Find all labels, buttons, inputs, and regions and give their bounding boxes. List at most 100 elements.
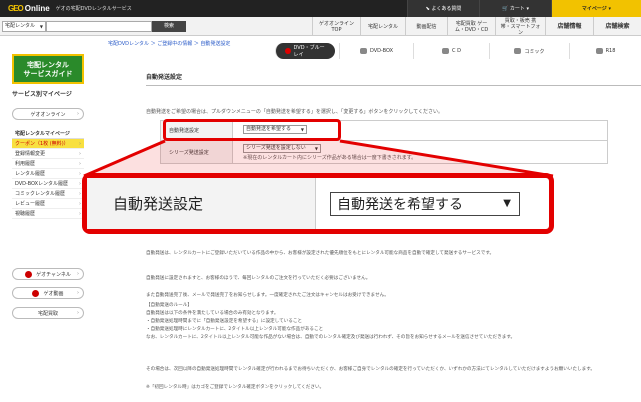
logo-mark: GEO xyxy=(8,4,24,13)
tab-store-search[interactable]: 店舗検索 xyxy=(593,17,641,36)
tab-label: C D xyxy=(452,48,461,54)
zoomed-setting: 自動発送設定 自動発送を希望する ▼ xyxy=(82,173,554,234)
tab-r18[interactable]: R18 xyxy=(569,43,641,59)
sidebar-item-profile[interactable]: 登録情報変更 › xyxy=(12,149,84,159)
geo-video-button[interactable]: ゲオ動画 › xyxy=(12,287,84,299)
chevron-right-icon: › xyxy=(79,161,81,167)
tab-label: コミック xyxy=(524,48,545,55)
button-label: ゲオチャンネル xyxy=(36,271,71,278)
tab-dvd-bluray[interactable]: DVD・ブルーレイ xyxy=(275,43,335,59)
tab-geo-online-top[interactable]: ゲオオンライン TOP xyxy=(312,17,360,36)
description-paragraph: 自動発送は、レンタルカートにご登録いただいている作品の中から、お客様が設定された… xyxy=(146,251,495,256)
category-select[interactable]: 宅配レンタル xyxy=(2,21,46,32)
chevron-right-icon: › xyxy=(77,271,79,277)
chevron-right-icon: › xyxy=(77,290,79,296)
search-input[interactable] xyxy=(46,21,152,32)
tab-comic[interactable]: コミック xyxy=(489,43,569,59)
geo-video-icon xyxy=(32,289,40,297)
button-label: 宅配買取 xyxy=(37,310,58,317)
chevron-right-icon: › xyxy=(79,201,81,207)
chevron-right-icon: › xyxy=(79,191,81,197)
tab-takuhai-rental[interactable]: 宅配レンタル xyxy=(360,17,405,36)
geo-online-button[interactable]: ゲオオンライン › xyxy=(12,108,84,120)
top-links: ⬊ よくある質問 🛒 カート ▾ マイページ ▾ xyxy=(407,0,641,17)
series-ship-label: シリーズ発送設定 xyxy=(161,141,233,163)
chevron-right-icon: › xyxy=(79,151,81,157)
description-paragraph: ・自動発送処理時間までに「自動発送設定を希望する」に設定していること xyxy=(146,319,303,324)
search-button[interactable]: 検索 xyxy=(152,21,186,32)
description-paragraph: なお、レンタルカートに、2タイトル以上レンタル可能な作品がない場合は、自動でのレ… xyxy=(146,335,516,340)
r18-icon xyxy=(595,48,603,54)
site-title: ゲオの宅配DVDレンタルサービス xyxy=(55,6,132,12)
button-label: ゲオ動画 xyxy=(43,290,64,297)
mypage-menu: 宅配レンタルマイページ クーポン（1枚 (無料)） › 登録情報変更 › 利用履歴 ›… xyxy=(12,129,84,219)
tab-video-streaming[interactable]: 動画配信 xyxy=(405,17,447,36)
breadcrumb[interactable]: 宅配DVDレンタル ＞ ご登録中の情報 ＞ 自動発送設定 xyxy=(108,40,230,47)
description-paragraph: 自動発送は以下の条件を満たしている場合のみ有効となります。 xyxy=(146,311,279,316)
highlight-frame xyxy=(163,119,341,141)
geo-channel-button[interactable]: ゲオチャンネル › xyxy=(12,268,84,280)
sidebar-item-review-history[interactable]: レビュー履歴 › xyxy=(12,199,84,209)
tab-mobile-trade[interactable]: 買取・販売 携帯・スマートフォン xyxy=(495,17,545,36)
disc-icon xyxy=(285,48,291,54)
description-paragraph: ※「初回レンタル時」はカゴをご登録でレンタル確定ボタンをクリックしてください。 xyxy=(146,385,325,390)
box-icon xyxy=(359,48,367,54)
banner-line: 宅配レンタル xyxy=(27,61,69,69)
intro-text: 自動発送をご希望の場合は、プルダウンメニューの「自動発送を希望する」を選択し、「… xyxy=(146,109,444,115)
cart-link[interactable]: 🛒 カート ▾ xyxy=(479,0,551,17)
sidebar-item-dvdbox-history[interactable]: DVD-BOXレンタル履歴 › xyxy=(12,179,84,189)
item-label: コミックレンタル履歴 xyxy=(15,191,66,197)
category-nav: 宅配DVDレンタル ＞ ご登録中の情報 ＞ 自動発送設定 DVD・ブルーレイ D… xyxy=(95,36,641,64)
tab-cd[interactable]: C D xyxy=(413,43,489,59)
service-tabs: ゲオオンライン TOP 宅配レンタル 動画配信 宅配買取 ゲーム・DVD・CD … xyxy=(312,17,641,36)
chevron-down-icon: ▾ xyxy=(606,5,612,12)
tab-takuhai-kaitori[interactable]: 宅配買取 ゲーム・DVD・CD xyxy=(447,17,495,36)
mypage-button[interactable]: マイページ ▾ xyxy=(551,0,641,17)
button-label: ゲオオンライン xyxy=(30,111,66,118)
chevron-right-icon: › xyxy=(77,310,79,316)
service-guide-banner[interactable]: 宅配レンタル サービスガイド xyxy=(12,54,84,84)
sidebar-item-comic-history[interactable]: コミックレンタル履歴 › xyxy=(12,189,84,199)
chevron-right-icon: › xyxy=(77,111,79,117)
book-icon xyxy=(514,48,522,54)
faq-label: よくある質問 xyxy=(431,6,462,12)
sidebar-item-usage-history[interactable]: 利用履歴 › xyxy=(12,159,84,169)
item-label: レビュー履歴 xyxy=(15,201,46,207)
tab-dvd-box[interactable]: DVD-BOX xyxy=(339,43,413,59)
logo-word: Online xyxy=(24,4,50,13)
chevron-right-icon: › xyxy=(79,181,81,187)
page-title: 自動発送設定 xyxy=(146,74,183,81)
music-note-icon xyxy=(442,48,450,54)
series-ship-select[interactable]: シリーズ発送を設定しない xyxy=(243,144,321,153)
zoomed-auto-ship-select[interactable]: 自動発送を希望する ▼ xyxy=(330,191,520,216)
item-label: 視聴履歴 xyxy=(15,211,36,217)
sidebar-item-coupon[interactable]: クーポン（1枚 (無料)） › xyxy=(12,139,84,149)
takuhai-kaitori-button[interactable]: 宅配買取 › xyxy=(12,307,84,319)
item-label: 登録情報変更 xyxy=(15,151,46,157)
chevron-right-icon: › xyxy=(79,141,81,147)
mypage-label: マイページ xyxy=(581,6,607,12)
banner-line: サービスガイド xyxy=(23,70,73,78)
logo[interactable]: GEO Online xyxy=(8,0,50,17)
sidebar-item-rental-history[interactable]: レンタル履歴 › xyxy=(12,169,84,179)
sidebar-item-viewing-history[interactable]: 視聴履歴 › xyxy=(12,209,84,219)
item-label: レンタル履歴 xyxy=(15,171,46,177)
faq-link[interactable]: ⬊ よくある質問 xyxy=(407,0,479,17)
description-paragraph: 自動発送に設定されますと、お客様のほうで、毎回レンタルのご注文を行っていただく必… xyxy=(146,276,371,281)
series-ship-row: シリーズ発送設定 シリーズ発送を設定しない ※現在のレンタルカート内にシリーズ作… xyxy=(161,141,607,163)
zoomed-select-value: 自動発送を希望する xyxy=(337,196,463,213)
dropdown-arrow-icon: ▼ xyxy=(503,198,511,209)
chevron-down-icon: ▾ xyxy=(524,5,529,12)
tab-label: R18 xyxy=(605,48,616,54)
category-tabs: DVD・ブルーレイ DVD-BOX C D コミック R18 xyxy=(275,43,641,59)
sidebar-title: サービス別マイページ xyxy=(12,91,72,98)
sidebar: 宅配レンタル サービスガイド サービス別マイページ ゲオオンライン › 宅配レンタ… xyxy=(0,36,95,402)
series-ship-value-cell: シリーズ発送を設定しない ※現在のレンタルカート内にシリーズ作品がある場合は一度… xyxy=(233,141,607,163)
chevron-right-icon: › xyxy=(79,171,81,177)
tab-label: DVD-BOX xyxy=(369,48,394,54)
description-paragraph: 【自動発送のルール】 xyxy=(146,303,192,308)
cart-icon: 🛒 xyxy=(502,5,510,12)
description-paragraph: また自動発送完了後、メールで発送完了をお知らせします。一度確定されたご注文はキャ… xyxy=(146,293,389,298)
tab-store-info[interactable]: 店舗情報 xyxy=(545,17,593,36)
geo-channel-icon xyxy=(25,270,33,278)
